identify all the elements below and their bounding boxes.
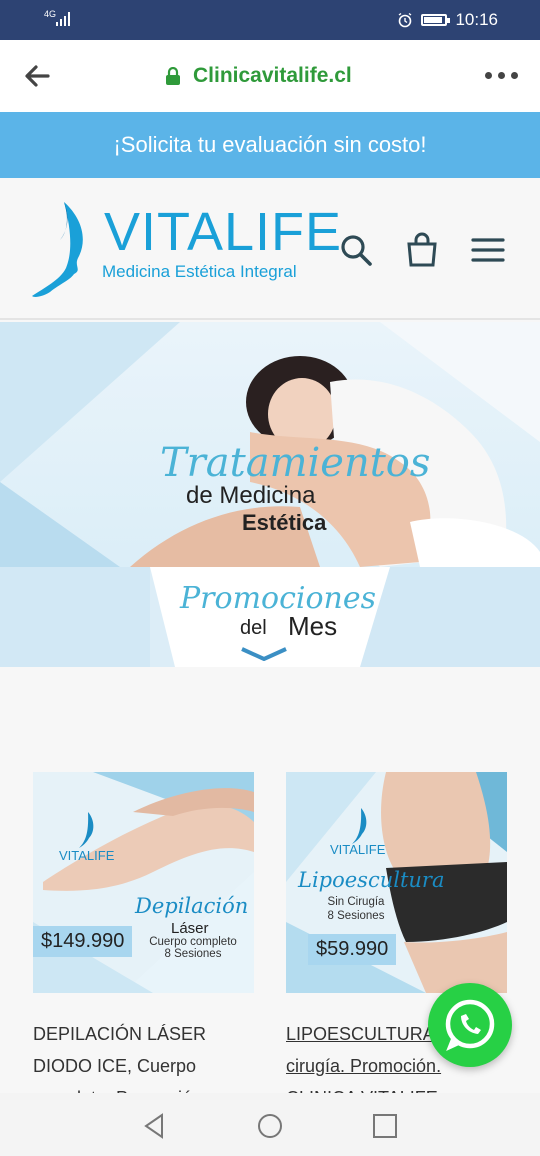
- card-price: $149.990: [33, 926, 133, 957]
- search-icon[interactable]: [338, 232, 374, 268]
- logo-face-icon[interactable]: [30, 200, 100, 300]
- card-detail-1: Sin Cirugía: [327, 896, 385, 908]
- chevron-down-icon[interactable]: [240, 647, 288, 661]
- promotions-heading: Promociones del Mes: [0, 567, 540, 667]
- clock: 10:16: [455, 10, 498, 29]
- brand-face-icon: [352, 808, 367, 844]
- logo-subtitle: Medicina Estética Integral: [102, 262, 297, 281]
- more-options-icon[interactable]: [485, 72, 518, 79]
- logo-title[interactable]: VITALIFE: [104, 204, 342, 260]
- menu-icon[interactable]: [470, 232, 506, 268]
- card-brand: VITALIFE: [330, 842, 386, 857]
- lock-icon: [166, 66, 180, 85]
- cart-icon[interactable]: [404, 232, 440, 268]
- hero-line2: de Medicina: [186, 482, 316, 509]
- signal-icon: [56, 12, 70, 26]
- whatsapp-button[interactable]: [428, 983, 512, 1067]
- hero-line3: Estética: [242, 510, 327, 535]
- android-nav-bar: [0, 1093, 540, 1156]
- status-right: 10:16: [397, 10, 498, 30]
- site-header: VITALIFE Medicina Estética Integral: [0, 178, 540, 320]
- back-arrow-icon[interactable]: [22, 62, 52, 90]
- recents-square-icon[interactable]: [372, 1113, 398, 1139]
- card-detail-2: 8 Sesiones: [327, 910, 385, 922]
- promotions-mes: Mes: [288, 611, 338, 641]
- brand-face-icon: [79, 812, 94, 848]
- url-text: Clinicavitalife.cl: [193, 64, 352, 87]
- alarm-icon: [399, 12, 412, 28]
- promotions-del: del: [240, 617, 267, 639]
- card-script-title: Lipoescultura: [298, 868, 445, 892]
- back-triangle-icon[interactable]: [142, 1113, 168, 1139]
- promo-text: ¡Solicita tu evaluación sin costo!: [113, 132, 427, 157]
- whatsapp-icon: [445, 999, 495, 1051]
- hero-banner[interactable]: Tratamientos de Medicina Estética: [0, 322, 540, 567]
- promotions-script: Promociones: [180, 581, 377, 616]
- home-circle-icon[interactable]: [257, 1113, 283, 1139]
- card-script-title: Depilación: [135, 894, 249, 918]
- card-detail-2: 8 Sesiones: [164, 948, 222, 960]
- card-price: $59.990: [308, 934, 397, 965]
- battery-icon: [421, 14, 451, 26]
- network-type: 4G: [44, 9, 57, 19]
- card-brand: VITALIFE: [59, 848, 115, 863]
- card-label: Láser: [171, 920, 209, 937]
- product-card-lipoescultura[interactable]: VITALIFE Lipoescultura Sin Cirugía 8 Ses…: [286, 772, 507, 993]
- status-bar: 4G 10:16: [0, 0, 540, 40]
- hero-script-title: Tratamientos: [160, 440, 431, 486]
- promo-banner[interactable]: ¡Solicita tu evaluación sin costo!: [0, 112, 540, 178]
- product-card-depilacion[interactable]: VITALIFE Depilación Láser Cuerpo complet…: [33, 772, 254, 993]
- browser-bar: Clinicavitalife.cl: [0, 40, 540, 112]
- url-field[interactable]: Clinicavitalife.cl: [165, 64, 352, 88]
